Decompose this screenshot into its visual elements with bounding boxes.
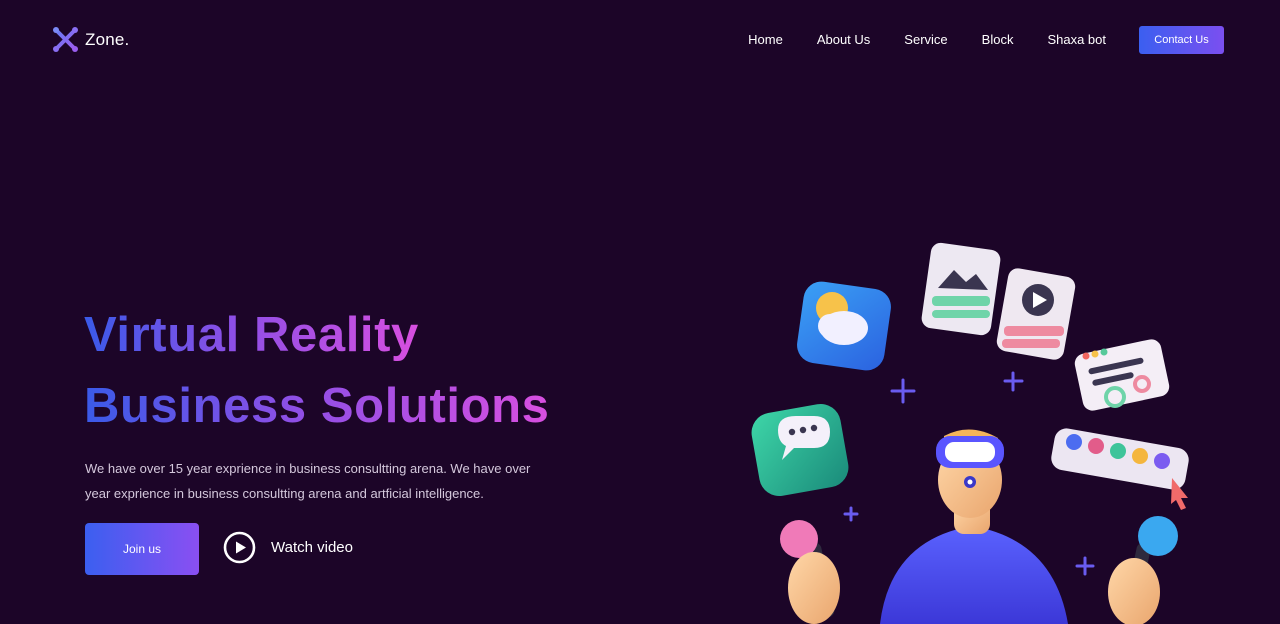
chat-icon — [751, 403, 849, 497]
logo-x-icon — [53, 27, 78, 52]
weather-icon — [797, 281, 891, 371]
nav-block[interactable]: Block — [982, 26, 1014, 54]
logo[interactable]: Zone. — [52, 26, 129, 53]
video-icon — [996, 268, 1076, 360]
watch-video-link[interactable]: Watch video — [223, 531, 353, 564]
nav-shaxa-bot[interactable]: Shaxa bot — [1047, 26, 1106, 54]
nav-service[interactable]: Service — [904, 26, 947, 54]
color-palette-icon — [1051, 428, 1189, 490]
vr-illustration-graphic — [751, 242, 1189, 624]
site-header: Zone. Home About Us Service Block Shaxa … — [0, 0, 1280, 80]
nav-about-us[interactable]: About Us — [817, 26, 870, 54]
hero-title-line2: Business Solutions — [84, 371, 550, 442]
vr-illustration — [740, 230, 1210, 624]
brand-name: Zone. — [85, 29, 130, 49]
hero-description: We have over 15 year exprience in busine… — [85, 461, 531, 501]
image-icon — [921, 242, 1001, 336]
play-circle-icon — [223, 531, 256, 564]
hero-title-line1: Virtual Reality — [84, 300, 419, 371]
contact-us-button[interactable]: Contact Us — [1139, 26, 1224, 54]
watch-video-label: Watch video — [271, 539, 353, 556]
settings-card-icon — [1074, 339, 1170, 411]
hero-title: Virtual Reality Business Solutions — [84, 300, 550, 442]
nav-home[interactable]: Home — [748, 26, 783, 54]
join-us-button[interactable]: Join us — [85, 523, 199, 575]
main-nav: Home About Us Service Block Shaxa bot Co… — [748, 26, 1224, 54]
